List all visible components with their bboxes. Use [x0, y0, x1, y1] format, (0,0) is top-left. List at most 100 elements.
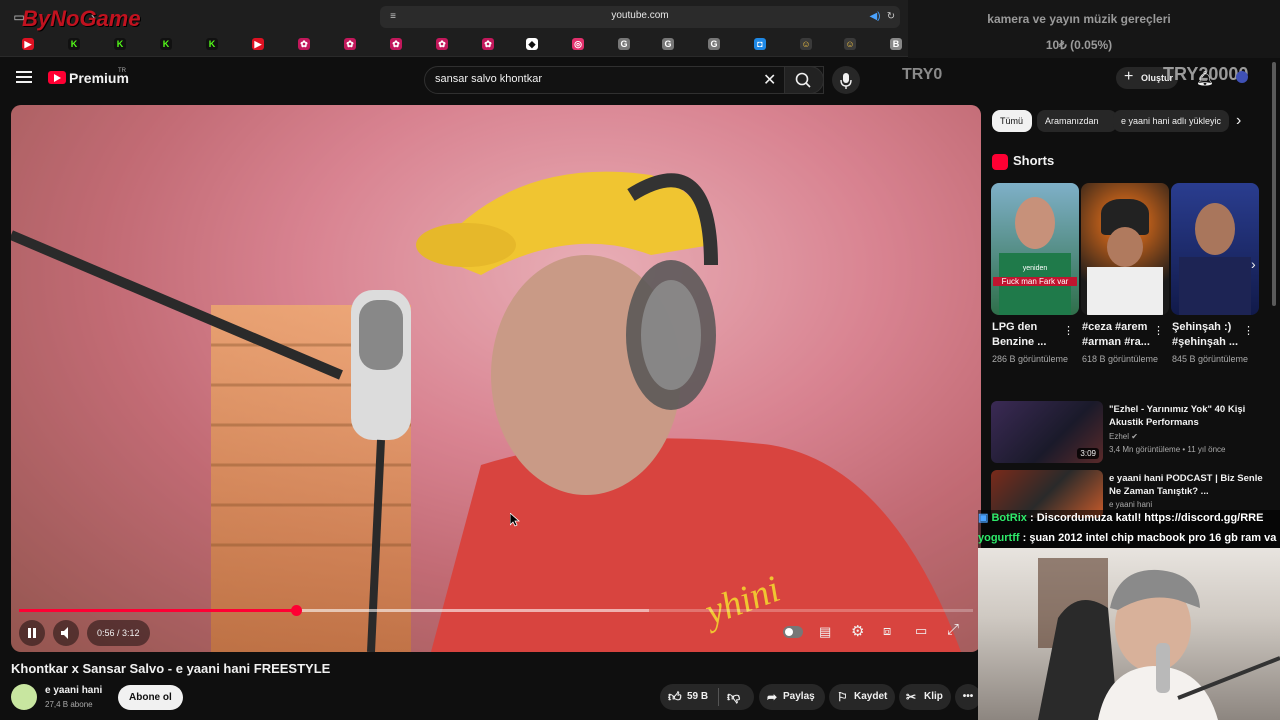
- short-title[interactable]: LPG den Benzine ...: [992, 320, 1064, 350]
- cast-icon[interactable]: ▭: [915, 623, 927, 639]
- favorite-site-icon[interactable]: ✿: [344, 38, 356, 50]
- clip-label: Klip: [924, 691, 943, 702]
- voice-search-button[interactable]: [832, 66, 860, 94]
- divider: [718, 688, 719, 706]
- recommended-title[interactable]: e yaani hani PODCAST | Biz Senle Ne Zama…: [1109, 472, 1269, 498]
- youtube-logo-icon[interactable]: [48, 71, 66, 84]
- clip-button[interactable]: ✂ Klip: [899, 684, 951, 710]
- like-count[interactable]: 59 B: [687, 684, 708, 710]
- region-code: TR: [118, 68, 126, 74]
- favorite-youtube-icon[interactable]: ▶: [252, 38, 264, 50]
- chat-user: yogurtff: [978, 532, 1020, 544]
- notifications-icon[interactable]: 🔔︎: [1196, 70, 1214, 87]
- address-bar[interactable]: ≡ youtube.com ◀) ↻: [380, 6, 900, 28]
- chip-all[interactable]: Tümü: [992, 110, 1032, 132]
- like-dislike-group: 👍︎ 59 B 👎︎: [660, 684, 754, 710]
- short-title[interactable]: Şehinşah :) #şehinşah ...: [1172, 320, 1244, 350]
- short-menu-icon[interactable]: ⋮: [1063, 324, 1074, 337]
- recommended-meta: 3,4 Mn görüntüleme • 11 yıl önce: [1109, 445, 1226, 454]
- menu-icon[interactable]: [16, 70, 32, 84]
- shorts-logo-icon: [992, 154, 1008, 170]
- chat-bot-icon: ▣: [978, 512, 989, 524]
- fullscreen-icon[interactable]: ⤢: [947, 621, 959, 638]
- short-views: 286 B görüntüleme: [992, 354, 1069, 364]
- avatar[interactable]: [1236, 71, 1248, 83]
- favorite-site-icon[interactable]: ✿: [390, 38, 402, 50]
- favorite-site-icon[interactable]: ☺: [800, 38, 812, 50]
- short-title[interactable]: #ceza #arem #arman #ra...: [1082, 320, 1154, 350]
- favorite-youtube-icon[interactable]: ▶: [22, 38, 34, 50]
- like-icon[interactable]: 👍︎: [668, 684, 682, 710]
- favorite-site-icon[interactable]: ✿: [436, 38, 448, 50]
- short-thumbnail[interactable]: yeniden Fuck man Fark var: [991, 183, 1079, 315]
- favorite-generic-icon[interactable]: B: [890, 38, 902, 50]
- favorite-site-icon[interactable]: ☺: [844, 38, 856, 50]
- progress-bar[interactable]: [19, 605, 973, 616]
- recommended-channel[interactable]: e yaani hani: [1109, 500, 1274, 509]
- share-label: Paylaş: [783, 691, 815, 702]
- favorite-site-icon[interactable]: ✿: [298, 38, 310, 50]
- favorite-generic-icon[interactable]: G: [618, 38, 630, 50]
- short-thumbnail[interactable]: [1171, 183, 1259, 315]
- chip-from-search[interactable]: Aramanızdan: [1037, 110, 1117, 132]
- webcam-overlay: [978, 548, 1280, 720]
- favorite-generic-icon[interactable]: G: [708, 38, 720, 50]
- chat-message: ▣ BotRix : Discordumuza katıl! https://d…: [978, 512, 1264, 524]
- favorite-kick-icon[interactable]: K: [68, 38, 80, 50]
- miniplayer-icon[interactable]: ⧈: [883, 623, 891, 639]
- subtitles-icon[interactable]: ▤: [819, 624, 831, 640]
- clear-search-icon[interactable]: ✕: [763, 70, 776, 90]
- channel-name[interactable]: e yaani hani: [45, 685, 102, 696]
- recommended-title[interactable]: "Ezhel - Yarınımız Yok" 40 Kişi Akustik …: [1109, 403, 1269, 429]
- plus-icon: +: [1124, 68, 1134, 85]
- url-text: youtube.com: [611, 10, 669, 21]
- chat-user: BotRix: [991, 512, 1027, 524]
- favorite-instagram-icon[interactable]: ◎: [572, 38, 584, 50]
- pause-button[interactable]: [19, 620, 45, 646]
- recommended-channel: Ezhel ✔: [1109, 432, 1274, 441]
- short-views: 618 B görüntüleme: [1082, 354, 1159, 364]
- mute-button[interactable]: [53, 620, 79, 646]
- donation-goal-progress: 10₺ (0.05%): [1045, 38, 1113, 52]
- reload-icon[interactable]: ↻: [884, 10, 898, 24]
- time-display: 0:56 / 3:12: [87, 620, 150, 646]
- webcam-image: [1038, 558, 1280, 720]
- recommended-thumbnail[interactable]: 3:09: [991, 401, 1103, 463]
- search-button[interactable]: [784, 66, 824, 94]
- share-button[interactable]: ➦ Paylaş: [759, 684, 825, 710]
- favorite-kick-icon[interactable]: K: [114, 38, 126, 50]
- chips-next-icon[interactable]: ›: [1236, 112, 1241, 130]
- short-menu-icon[interactable]: ⋮: [1153, 324, 1164, 337]
- favorite-site-icon[interactable]: ✿: [482, 38, 494, 50]
- save-label: Kaydet: [854, 691, 888, 702]
- video-player[interactable]: yhini: [11, 105, 981, 652]
- page-scrollbar[interactable]: [1272, 62, 1276, 306]
- shorts-next-icon[interactable]: ›: [1251, 256, 1256, 272]
- autoplay-toggle[interactable]: [783, 626, 803, 638]
- favorite-site-icon[interactable]: ◘: [754, 38, 766, 50]
- channel-avatar[interactable]: [11, 684, 37, 710]
- chat-message: yogurtff : şuan 2012 intel chip macbook …: [978, 532, 1277, 544]
- dislike-icon[interactable]: 👎︎: [727, 684, 740, 710]
- autoplay-knob: [785, 628, 793, 636]
- channel-name[interactable]: Ezhel: [1109, 432, 1129, 441]
- short-shirt: [1087, 267, 1163, 315]
- favorite-site-icon[interactable]: ◆: [526, 38, 538, 50]
- chip-from-uploader[interactable]: e yaani hani adlı yükleyic: [1113, 110, 1229, 132]
- duration-badge: 3:09: [1077, 448, 1099, 459]
- short-thumbnail[interactable]: [1081, 183, 1169, 315]
- favorite-kick-icon[interactable]: K: [160, 38, 172, 50]
- audio-playing-icon[interactable]: ◀): [868, 10, 882, 24]
- search-input[interactable]: sansar salvo khontkar ✕: [424, 66, 824, 94]
- share-arrow-icon: ➦: [767, 690, 778, 704]
- settings-icon[interactable]: ⚙: [851, 622, 864, 640]
- mouse-cursor-icon: [510, 513, 520, 527]
- favorite-kick-icon[interactable]: K: [206, 38, 218, 50]
- short-menu-icon[interactable]: ⋮: [1243, 324, 1254, 337]
- scrubber-handle[interactable]: [290, 605, 302, 616]
- subscriber-count: 27,4 B abone: [45, 700, 93, 709]
- favorite-generic-icon[interactable]: G: [662, 38, 674, 50]
- save-button[interactable]: ⚐ Kaydet: [829, 684, 895, 710]
- search-query: sansar salvo khontkar: [435, 73, 542, 85]
- subscribe-button[interactable]: Abone ol: [118, 685, 183, 710]
